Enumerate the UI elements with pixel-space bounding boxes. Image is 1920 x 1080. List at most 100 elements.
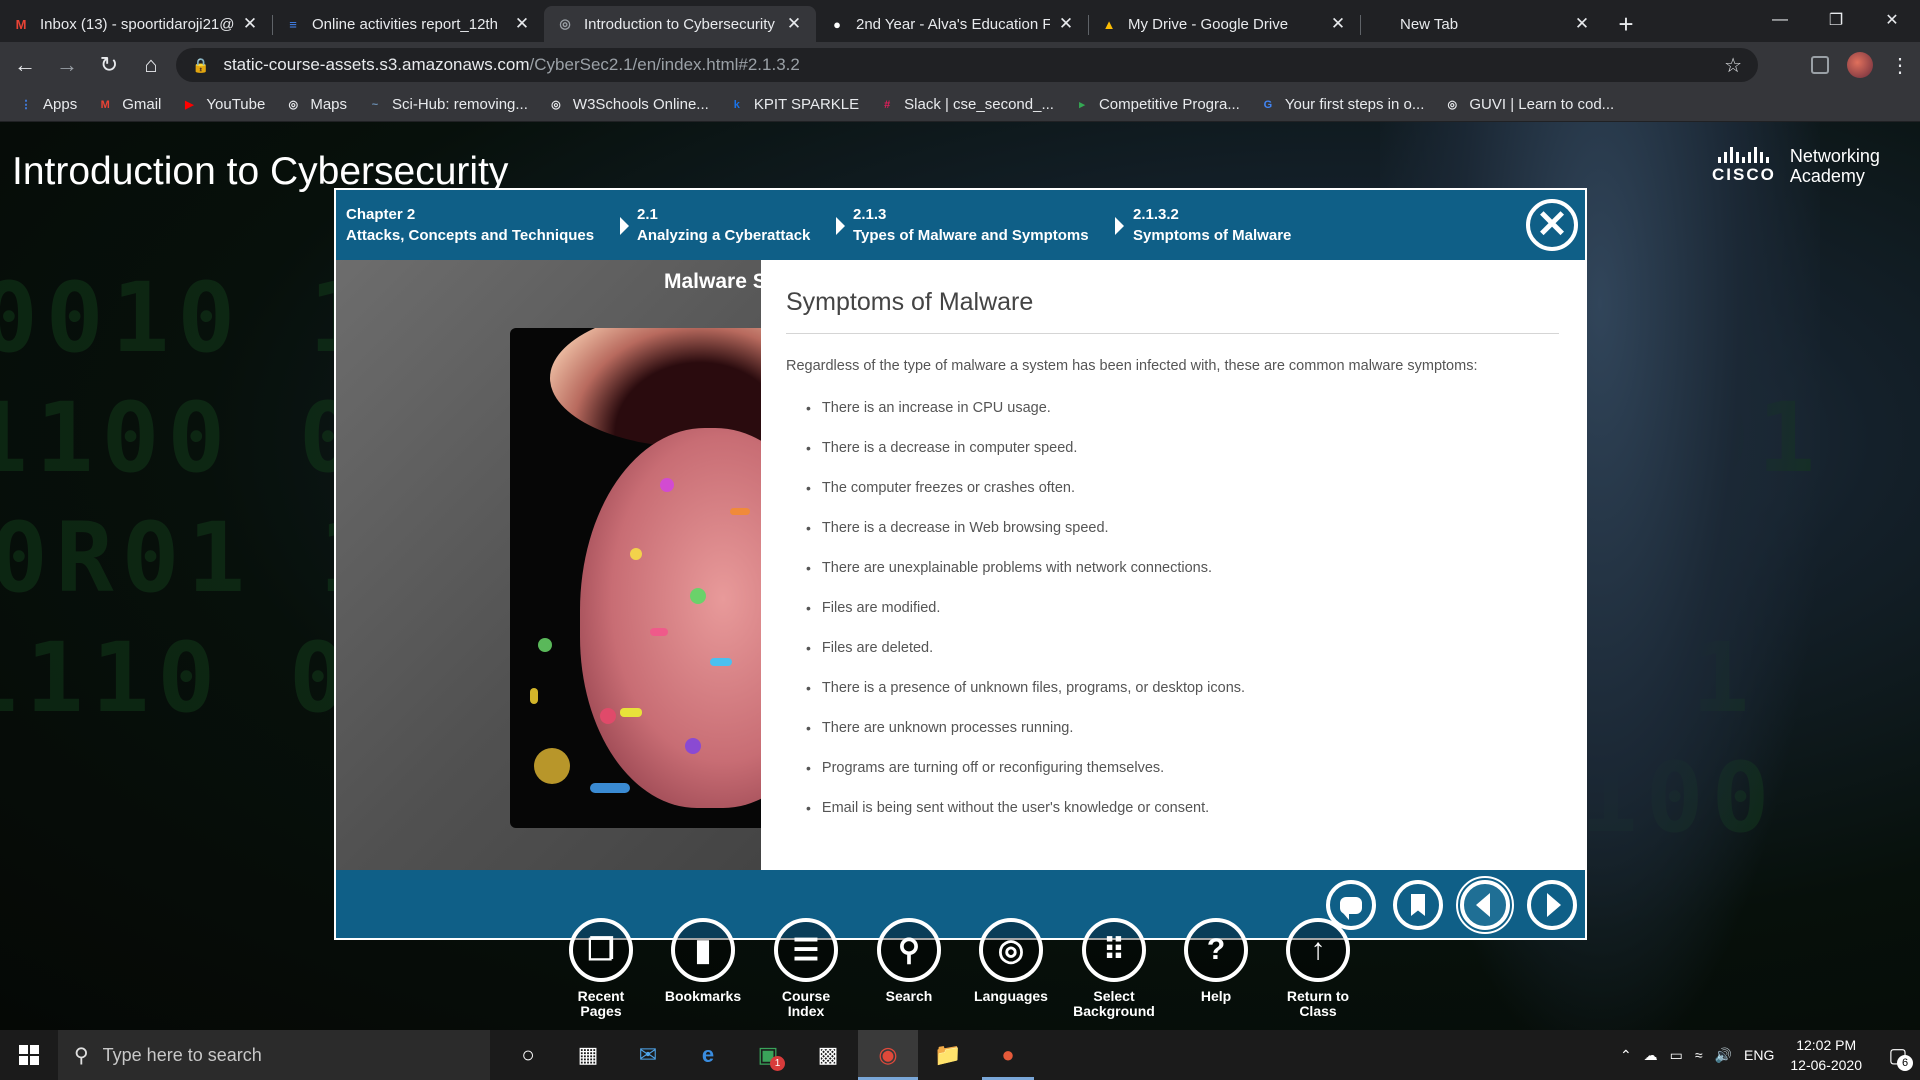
dock-button[interactable]: ↑ Return to Class	[1266, 918, 1370, 1019]
store-app-icon[interactable]: ▣ 1	[738, 1030, 798, 1080]
breadcrumb-section[interactable]: 2.1 Analyzing a Cyberattack	[637, 204, 810, 246]
wifi-icon[interactable]: ≈	[1695, 1047, 1703, 1063]
symptom-item: There is a decrease in computer speed.	[806, 428, 1559, 468]
address-bar[interactable]: 🔒 static-course-assets.s3.amazonaws.com /…	[176, 48, 1758, 82]
bookmark-label: YouTube	[206, 96, 266, 113]
close-window-icon[interactable]: ✕	[1864, 0, 1920, 40]
dock-button[interactable]: ▮ Bookmarks	[651, 918, 755, 1004]
bookmark-item[interactable]: # Slack | cse_second_...	[879, 96, 1054, 113]
clock[interactable]: 12:02 PM 12-06-2020	[1790, 1035, 1862, 1075]
breadcrumb-label: Analyzing a Cyberattack	[637, 227, 811, 244]
dock-button[interactable]: ? Help	[1164, 918, 1268, 1004]
chevron-up-icon[interactable]: ⌃	[1620, 1047, 1632, 1064]
tab-close-icon[interactable]: ✕	[240, 14, 260, 34]
home-icon[interactable]: ⌂	[134, 48, 168, 82]
languages-globe-icon: ◎	[979, 918, 1043, 982]
apps-grid-icon: ⋮	[20, 99, 32, 111]
cortana-icon[interactable]: ○	[498, 1030, 558, 1080]
tab-close-icon[interactable]: ✕	[1328, 14, 1348, 34]
browser-tab[interactable]: ▲ My Drive - Google Drive ✕	[1088, 6, 1360, 42]
extension-icon[interactable]	[1800, 48, 1840, 82]
file-explorer-icon[interactable]: 📁	[918, 1030, 978, 1080]
bookmark-label: KPIT SPARKLE	[753, 96, 860, 113]
bookmark-item[interactable]: ▸ Competitive Progra...	[1074, 96, 1240, 113]
google-docs-icon: ≡	[289, 16, 297, 32]
breadcrumb-separator-icon	[1115, 217, 1124, 235]
bookmark-page-button[interactable]	[1393, 880, 1443, 930]
windows-logo-icon	[19, 1045, 39, 1065]
paint-app-icon[interactable]: ●	[978, 1030, 1038, 1080]
cisco-wordmark: CISCO	[1712, 165, 1776, 184]
symptom-item: There is an increase in CPU usage.	[806, 388, 1559, 428]
dock-label: Course Index	[781, 988, 831, 1019]
profile-avatar[interactable]	[1840, 48, 1880, 82]
restore-icon[interactable]: ❐	[1808, 0, 1864, 40]
dock-button[interactable]: ◎ Languages	[959, 918, 1063, 1004]
menu-kebab-icon[interactable]: ⋮	[1880, 48, 1920, 82]
onedrive-cloud-icon[interactable]: ☁	[1644, 1047, 1658, 1064]
gmail-icon: M	[15, 16, 27, 32]
logo-academy-text: Academy	[1789, 166, 1865, 186]
dock-button[interactable]: ❐ Recent Pages	[549, 918, 653, 1019]
previous-page-button[interactable]	[1456, 876, 1514, 934]
minimize-icon[interactable]: —	[1752, 0, 1808, 40]
browser-toolbar: ← → ↻ ⌂ 🔒 static-course-assets.s3.amazon…	[0, 42, 1920, 88]
bookmark-item[interactable]: ⋮ Apps	[18, 96, 78, 113]
browser-tab[interactable]: ● 2nd Year - Alva's Education Fo ✕	[816, 6, 1088, 42]
volume-icon[interactable]: 🔊	[1715, 1047, 1732, 1064]
cisco-bars-icon	[1718, 147, 1770, 163]
return-arrow-icon: ↑	[1286, 918, 1350, 982]
browser-tab[interactable]: M Inbox (13) - spoortidaroji21@ ✕	[0, 6, 272, 42]
battery-icon[interactable]: ▭	[1670, 1047, 1683, 1064]
back-arrow-icon[interactable]: ←	[8, 48, 42, 82]
dock-button[interactable]: ⚲ Search	[857, 918, 961, 1004]
taskbar-search-box[interactable]: ⚲ Type here to search	[58, 1030, 490, 1080]
bookmark-star-icon[interactable]: ☆	[1724, 53, 1742, 78]
bookmark-item[interactable]: G Your first steps in o...	[1260, 96, 1425, 113]
next-page-button[interactable]	[1527, 880, 1577, 930]
dock-label: Select Background	[1073, 988, 1155, 1019]
symptom-item: Programs are turning off or reconfigurin…	[806, 748, 1559, 788]
browser-tab[interactable]: ≡ Online activities report_12th ✕	[272, 6, 544, 42]
bookmark-item[interactable]: k KPIT SPARKLE	[729, 96, 859, 113]
mail-app-icon[interactable]: ✉	[618, 1030, 678, 1080]
gmail-icon: M	[100, 98, 110, 111]
browser-tab[interactable]: ◎ Introduction to Cybersecurity ✕	[544, 6, 816, 42]
browser-tab[interactable]: New Tab ✕	[1360, 6, 1604, 42]
bookmark-item[interactable]: ◎ W3Schools Online...	[548, 96, 709, 113]
tab-close-icon[interactable]: ✕	[1572, 14, 1592, 34]
bookmark-item[interactable]: ◎ Maps	[285, 96, 348, 113]
task-view-icon[interactable]: ▦	[558, 1030, 618, 1080]
new-tab-button[interactable]: +	[1608, 6, 1644, 42]
edge-browser-icon[interactable]: e	[678, 1030, 738, 1080]
reload-icon[interactable]: ↻	[92, 48, 126, 82]
tab-close-icon[interactable]: ✕	[512, 14, 532, 34]
bookmark-label: Slack | cse_second_...	[904, 96, 1054, 113]
course-index-icon: ☰	[774, 918, 838, 982]
cisco-networking-academy-logo: CISCO Networking Academy	[1712, 146, 1880, 186]
bookmark-item[interactable]: ◎ GUVI | Learn to cod...	[1444, 96, 1615, 113]
bookmark-item[interactable]: M Gmail	[97, 96, 162, 113]
language-indicator[interactable]: ENG	[1744, 1047, 1774, 1063]
tab-close-icon[interactable]: ✕	[784, 14, 804, 34]
action-center-button[interactable]: ▢ 6	[1876, 1030, 1920, 1080]
bookmarks-bar: ⋮ Apps M Gmail ▶ YouTube ◎ Maps ~ Sci-Hub: removi…	[0, 88, 1920, 122]
dock-button[interactable]: ⠿ Select Background	[1062, 918, 1166, 1019]
microsoft-store-icon[interactable]: ▩	[798, 1030, 858, 1080]
dock-button[interactable]: ☰ Course Index	[754, 918, 858, 1019]
chrome-taskbar-icon[interactable]: ◉	[858, 1030, 918, 1080]
tab-close-icon[interactable]: ✕	[1056, 14, 1076, 34]
bookmark-icon: ▮	[671, 918, 735, 982]
bookmark-item[interactable]: ▶ YouTube	[181, 96, 265, 113]
breadcrumb-page[interactable]: 2.1.3.2 Symptoms of Malware	[1133, 204, 1291, 246]
bookmark-item[interactable]: ~ Sci-Hub: removing...	[367, 96, 528, 113]
breadcrumb-chapter[interactable]: Chapter 2 Attacks, Concepts and Techniqu…	[346, 204, 594, 246]
content-modal: Chapter 2 Attacks, Concepts and Techniqu…	[334, 188, 1587, 940]
breadcrumb-number: 2.1	[637, 206, 658, 223]
forward-arrow-icon[interactable]: →	[50, 48, 84, 82]
clock-date: 12-06-2020	[1790, 1057, 1862, 1073]
close-modal-button[interactable]: ✕	[1526, 199, 1578, 251]
start-button[interactable]	[0, 1030, 58, 1080]
breadcrumb-topic[interactable]: 2.1.3 Types of Malware and Symptoms	[853, 204, 1089, 246]
lock-icon[interactable]: 🔒	[192, 57, 209, 74]
